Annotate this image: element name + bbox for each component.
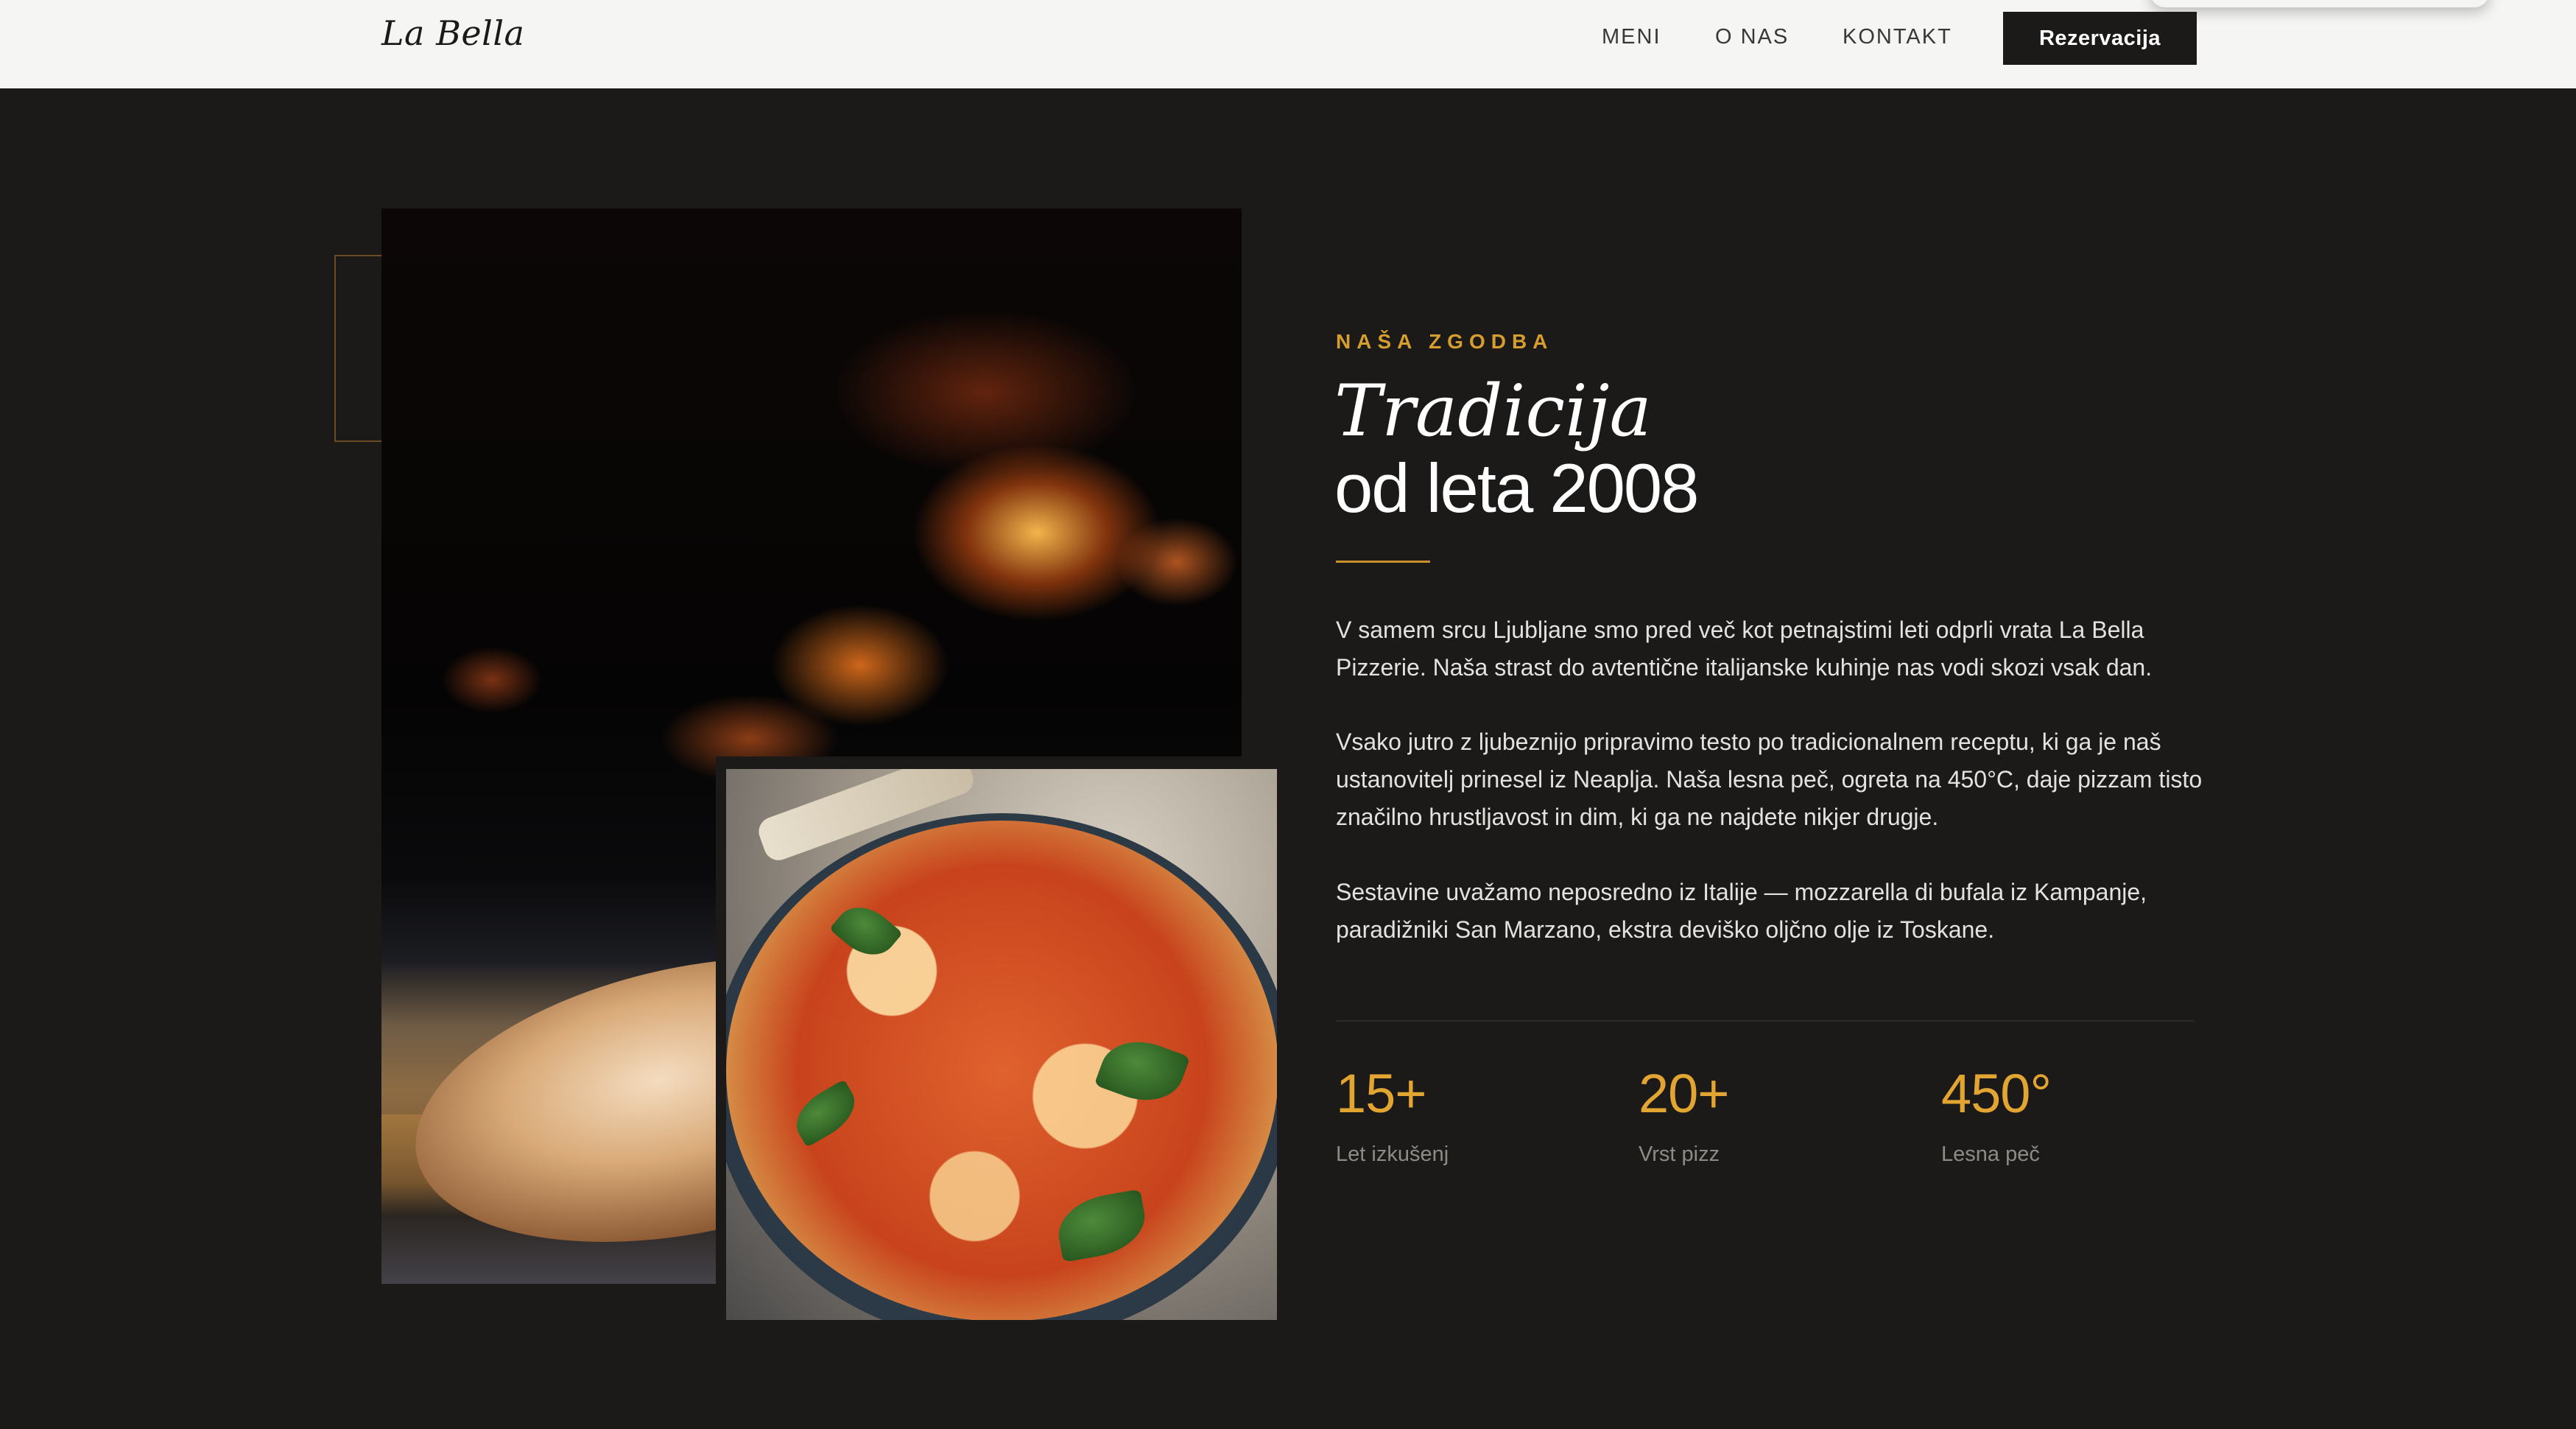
stat-label-pizzas: Vrst pizz: [1639, 1142, 1720, 1166]
section-title: od leta 2008: [1334, 449, 1699, 527]
floating-panel-edge: [2150, 0, 2489, 7]
nav-link-kontakt[interactable]: KONTAKT: [1843, 25, 1952, 49]
stat-value-pizzas: 20+: [1639, 1063, 1730, 1124]
section-title-italic: Tradicija: [1334, 370, 1652, 452]
basil-leaf: [786, 1079, 865, 1148]
section-eyebrow: NAŠA ZGODBA: [1336, 330, 1554, 353]
stats-divider: [1336, 1020, 2194, 1022]
site-logo[interactable]: La Bella: [381, 13, 524, 53]
basil-leaf: [1094, 1029, 1191, 1113]
stat-value-years: 15+: [1336, 1063, 1427, 1124]
reservation-button[interactable]: Rezervacija: [2003, 12, 2197, 65]
story-paragraph: Sestavine uvažamo neposredno iz Italije …: [1336, 879, 2147, 943]
pizza: [726, 821, 1277, 1320]
margherita-photo: [726, 769, 1277, 1320]
nav-link-meni[interactable]: MENI: [1602, 25, 1661, 49]
story-paragraph: Vsako jutro z ljubeznijo pripravimo test…: [1336, 728, 2203, 830]
stat-label-oven: Lesna peč: [1941, 1142, 2040, 1166]
nav-link-o-nas[interactable]: O NAS: [1715, 25, 1789, 49]
stat-value-oven: 450°: [1941, 1063, 2052, 1124]
site-header: La Bella MENI O NAS KONTAKT Rezervacija: [0, 0, 2576, 88]
story-paragraph: V samem srcu Ljubljane smo pred več kot …: [1336, 617, 2153, 681]
basil-leaf: [829, 895, 903, 967]
title-underline: [1336, 561, 1430, 563]
basil-leaf: [1052, 1189, 1151, 1263]
stat-label-years: Let izkušenj: [1336, 1142, 1449, 1166]
